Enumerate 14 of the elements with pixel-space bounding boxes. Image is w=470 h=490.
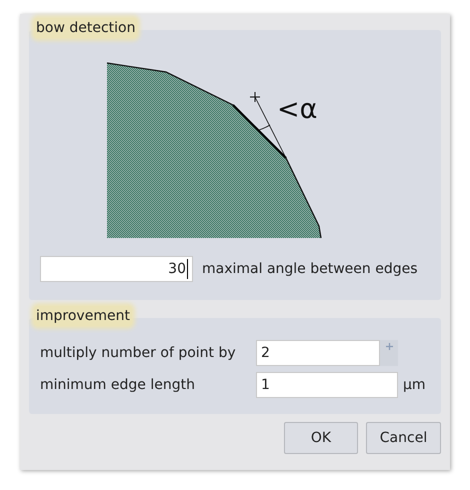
min-edge-label: minimum edge length	[40, 377, 196, 393]
angle-field-label: maximal angle between edges	[202, 261, 418, 277]
plus-icon	[386, 343, 392, 350]
cancel-button[interactable]: Cancel	[366, 422, 441, 454]
multiply-input-field[interactable]: 2	[256, 340, 380, 366]
angle-input-field[interactable]: 30	[40, 256, 193, 282]
group-title: bow detection	[34, 18, 138, 38]
min-edge-input-field[interactable]: 1	[256, 372, 398, 398]
group-title: improvement	[34, 306, 132, 326]
ok-button[interactable]: OK	[284, 422, 358, 454]
unit-label: µm	[402, 377, 427, 393]
angle-label: <α	[277, 94, 318, 125]
increment-button[interactable]	[380, 340, 398, 366]
multiply-label: multiply number of point by	[40, 345, 237, 361]
